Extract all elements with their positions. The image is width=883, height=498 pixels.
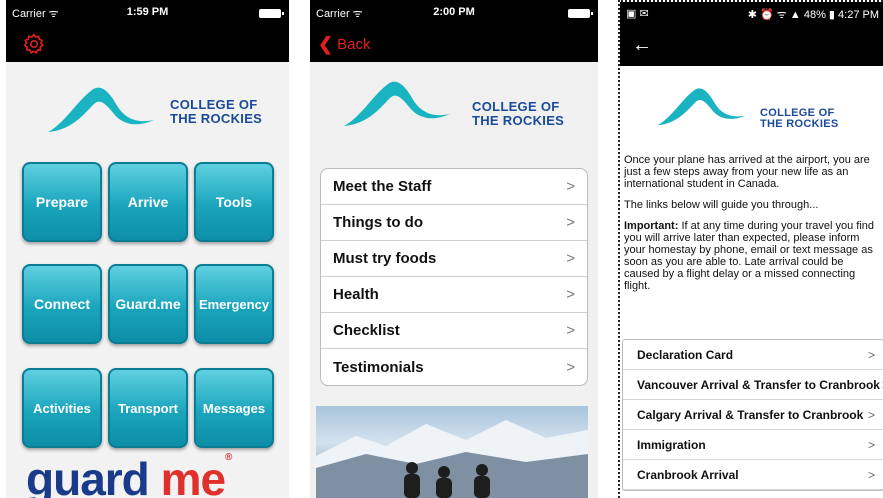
- battery-icon: [568, 9, 593, 18]
- menu-item-label: Vancouver Arrival & Transfer to Cranbroo…: [637, 377, 880, 392]
- college-logo: COLLEGE OF THE ROCKIES: [310, 62, 598, 152]
- menu-item-immigration[interactable]: Immigration >: [623, 430, 883, 460]
- chevron-right-icon: >: [566, 178, 575, 195]
- tile-activities[interactable]: Activities: [22, 368, 102, 448]
- menu-item-label: Checklist: [333, 322, 400, 339]
- back-label: Back: [337, 35, 371, 53]
- mountain-logo-icon: [657, 88, 746, 126]
- photo-image: [316, 420, 588, 498]
- tile-connect[interactable]: Connect: [22, 264, 102, 344]
- submenu-list: Meet the Staff > Things to do > Must try f…: [320, 168, 588, 386]
- arrive-screen: ▣ ✉ ✱ ⏰ ᯤ ▲ 48% ▮ 4:27 PM ← COLLEGE OF T…: [618, 0, 883, 498]
- chevron-right-icon: >: [867, 347, 875, 362]
- mountain-staff-photo: [316, 406, 588, 498]
- logo-text-line2: THE ROCKIES: [170, 111, 263, 126]
- menu-item-calgary-arrival[interactable]: Calgary Arrival & Transfer to Cranbrook >: [623, 400, 883, 430]
- menu-item-testimonials[interactable]: Testimonials >: [321, 349, 587, 385]
- menu-item-health[interactable]: Health >: [321, 277, 587, 313]
- nav-bar: [6, 26, 289, 62]
- tile-messages[interactable]: Messages: [194, 368, 274, 448]
- menu-item-label: Testimonials: [333, 358, 424, 376]
- home-screen: Carrier ᯤ 1:59 PM COLLEGE OF THE ROCKIES…: [6, 0, 289, 498]
- logo-text-line2: THE ROCKIES: [472, 113, 565, 128]
- tile-emergency[interactable]: Emergency: [194, 264, 274, 344]
- arrive-menu-list: Declaration Card > Vancouver Arrival & Tr…: [622, 339, 883, 491]
- intro-text: Once your plane has arrived at the airpo…: [624, 154, 870, 190]
- chevron-right-icon: >: [867, 407, 875, 422]
- mountain-logo-icon: [48, 87, 154, 132]
- menu-item-cranbrook-arrival[interactable]: Cranbrook Arrival >: [623, 460, 883, 490]
- menu-item-vancouver-arrival[interactable]: Vancouver Arrival & Transfer to Cranbroo…: [623, 370, 883, 400]
- nav-bar: ❮ Back: [310, 26, 598, 62]
- chevron-right-icon: >: [566, 214, 575, 231]
- back-button[interactable]: ❮ Back: [318, 35, 370, 53]
- menu-item-must-try-foods[interactable]: Must try foods >: [321, 241, 587, 277]
- status-time: 2:00 PM: [433, 6, 475, 18]
- logo-text-line1: COLLEGE OF: [170, 97, 258, 112]
- gear-icon[interactable]: [22, 32, 46, 56]
- college-logo: COLLEGE OF THE ROCKIES: [620, 66, 883, 154]
- submenu-screen: Carrier ᯤ 2:00 PM ❮ Back COLLEGE OF THE …: [310, 0, 598, 498]
- chevron-right-icon: >: [867, 467, 875, 482]
- important-label: Important:: [624, 220, 679, 232]
- brand-part2: me: [160, 453, 226, 498]
- chevron-right-icon: >: [566, 322, 575, 339]
- mountain-logo-icon: [344, 81, 450, 126]
- guardme-brand-logo: guard me®: [26, 452, 232, 498]
- status-right: ✱ ⏰ ᯤ ▲ 48% ▮ 4:27 PM: [747, 9, 879, 21]
- menu-item-things-to-do[interactable]: Things to do >: [321, 205, 587, 241]
- menu-item-label: Declaration Card: [637, 347, 734, 362]
- menu-item-label: Meet the Staff: [333, 178, 432, 195]
- chevron-right-icon: >: [566, 286, 575, 303]
- menu-item-label: Calgary Arrival & Transfer to Cranbrook: [637, 407, 864, 422]
- chevron-right-icon: >: [566, 250, 575, 267]
- college-logo: COLLEGE OF THE ROCKIES: [6, 62, 289, 152]
- menu-item-declaration-card[interactable]: Declaration Card >: [623, 340, 883, 370]
- important-notice: Important: If at any time during your tr…: [620, 220, 883, 292]
- menu-item-label: Things to do: [333, 214, 423, 231]
- status-bar: Carrier ᯤ 2:00 PM: [310, 0, 598, 26]
- guide-text: The links below will guide you through..…: [624, 199, 819, 211]
- chevron-right-icon: >: [566, 358, 575, 376]
- battery-icon: [259, 9, 284, 18]
- chevron-left-icon: ❮: [318, 34, 334, 54]
- menu-item-label: Immigration: [637, 437, 706, 452]
- status-bar: Carrier ᯤ 1:59 PM: [6, 0, 289, 26]
- notification-icons: ▣ ✉: [626, 8, 649, 20]
- tile-prepare[interactable]: Prepare: [22, 162, 102, 242]
- nav-bar: ←: [620, 26, 883, 66]
- tile-guardme[interactable]: Guard.me: [108, 264, 188, 344]
- menu-item-label: Cranbrook Arrival: [637, 467, 739, 482]
- status-bar: ▣ ✉ ✱ ⏰ ᯤ ▲ 48% ▮ 4:27 PM: [620, 2, 883, 26]
- menu-item-label: Must try foods: [333, 250, 437, 267]
- menu-item-checklist[interactable]: Checklist >: [321, 313, 587, 349]
- tile-tools[interactable]: Tools: [194, 162, 274, 242]
- tile-arrive[interactable]: Arrive: [108, 162, 188, 242]
- logo-text-line1: COLLEGE OF: [472, 99, 560, 114]
- arrow-left-icon[interactable]: ←: [632, 34, 652, 57]
- brand-part1: guard: [26, 453, 150, 498]
- menu-item-label: Health: [333, 286, 379, 303]
- chevron-right-icon: >: [867, 437, 875, 452]
- brand-mark: ®: [225, 452, 232, 463]
- status-time: 1:59 PM: [126, 6, 169, 18]
- menu-item-meet-the-staff[interactable]: Meet the Staff >: [321, 169, 587, 205]
- logo-text-line2: THE ROCKIES: [760, 118, 839, 130]
- tile-transport[interactable]: Transport: [108, 368, 188, 448]
